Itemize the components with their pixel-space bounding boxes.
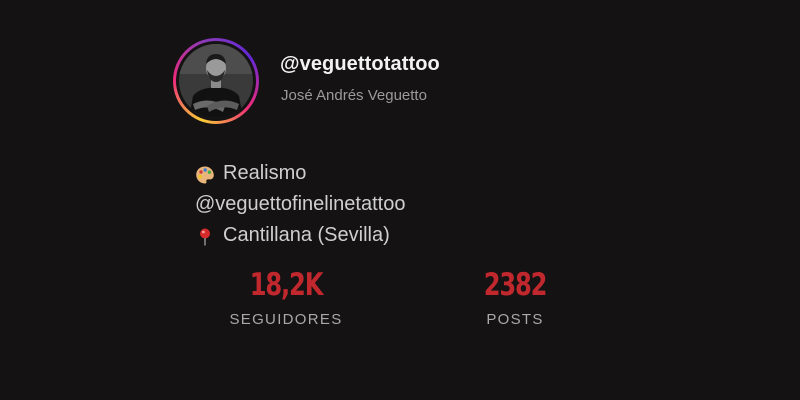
profile-full-name: José Andrés Veguetto: [281, 87, 427, 104]
round-pushpin-icon: [195, 226, 215, 246]
followers-label: SEGUIDORES: [229, 311, 343, 328]
bio-style-text: Realismo: [223, 162, 307, 184]
bio-line-style: Realismo: [195, 158, 405, 189]
profile-username[interactable]: @veguettotattoo: [280, 53, 440, 76]
posts-label: POSTS: [486, 311, 544, 328]
posts-count: 2382: [483, 267, 548, 303]
avatar-story-ring[interactable]: [173, 38, 259, 124]
person-photo-icon: [179, 44, 253, 118]
palette-icon: [195, 164, 215, 184]
bio-linked-account-link[interactable]: @veguettofinelinetattoo: [195, 189, 405, 220]
avatar[interactable]: [179, 44, 253, 118]
bio-location-text: Cantillana (Sevilla): [223, 224, 390, 246]
stat-posts[interactable]: 2382 POSTS: [435, 266, 595, 328]
bio-line-location: Cantillana (Sevilla): [195, 220, 405, 251]
profile-bio: Realismo @veguettofinelinetattoo Cantill…: [195, 158, 405, 251]
avatar-ring-gap: [176, 41, 256, 121]
followers-count: 18,2K: [249, 267, 324, 303]
bio-line-linked-account: @veguettofinelinetattoo: [195, 189, 405, 220]
stat-followers[interactable]: 18,2K SEGUIDORES: [206, 266, 366, 328]
profile-card: @veguettotattoo José Andrés Veguetto Rea…: [0, 0, 800, 400]
